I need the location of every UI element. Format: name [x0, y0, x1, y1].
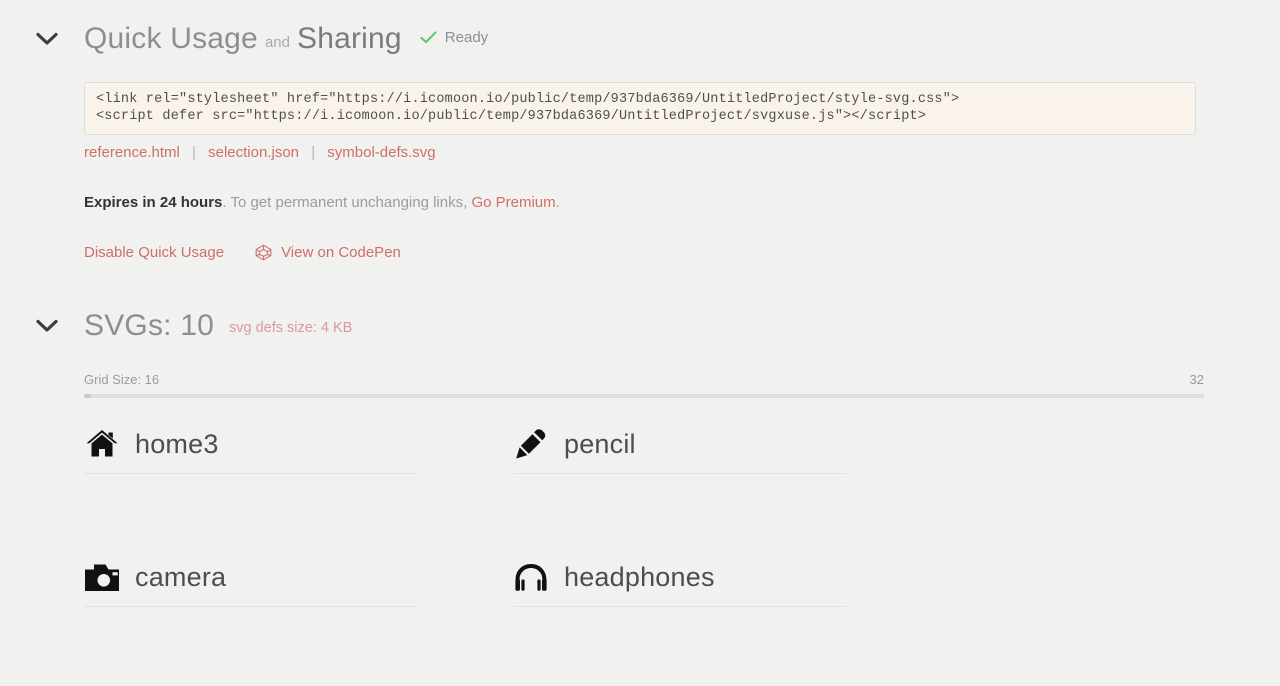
chevron-down-icon[interactable] [36, 319, 72, 333]
icon-item-camera[interactable]: camera [84, 549, 513, 682]
go-premium-link[interactable]: Go Premium [471, 194, 555, 211]
status-badge: Ready [420, 29, 488, 46]
icon-label: home3 [135, 428, 219, 459]
grid-size-labels: Grid Size: 16 32 [84, 372, 1204, 394]
icon-grid: home3 pencil camera headphones [84, 416, 1204, 682]
icon-item-home3[interactable]: home3 [84, 416, 513, 549]
codepen-label: View on CodePen [281, 244, 401, 261]
grid-size-max-label: 32 [1189, 372, 1204, 387]
chevron-down-icon[interactable] [36, 32, 72, 46]
icon-label: headphones [564, 561, 715, 592]
link-separator-2: | [311, 144, 316, 161]
link-symbol-defs-svg[interactable]: symbol-defs.svg [327, 144, 435, 161]
codepen-icon [255, 244, 272, 261]
svgs-title: SVGs: 10 [84, 309, 214, 342]
svg-defs-size-label: svg defs size: 4 KB [229, 320, 353, 336]
expiry-text: . To get permanent unchanging links, [222, 194, 472, 211]
grid-size-slider-fill [84, 394, 91, 398]
quick-usage-actions: Disable Quick Usage View on CodePen [84, 244, 1196, 261]
status-label: Ready [444, 29, 489, 46]
grid-size-slider[interactable] [84, 394, 1204, 398]
expiry-period: . [555, 194, 560, 211]
link-selection-json[interactable]: selection.json [208, 144, 299, 161]
page-title: Quick Usage [84, 22, 258, 55]
svgs-section: SVGs: 10 svg defs size: 4 KB Grid Size: … [0, 261, 1280, 682]
icon-label: pencil [564, 428, 636, 459]
embed-code-block[interactable]: <link rel="stylesheet" href="https://i.i… [84, 82, 1196, 135]
link-reference-html[interactable]: reference.html [84, 144, 180, 161]
title-conjunction: and [264, 34, 290, 51]
expiry-notice: Expires in 24 hours. To get permanent un… [84, 194, 1196, 211]
icon-label: camera [135, 561, 227, 592]
quick-usage-header[interactable]: Quick Usage and Sharing Ready [0, 22, 1280, 56]
view-on-codepen-button[interactable]: View on CodePen [255, 244, 401, 261]
headphones-icon [513, 559, 549, 595]
expiry-strong: Expires in 24 hours [84, 194, 223, 211]
camera-icon [84, 559, 120, 595]
icon-item-headphones[interactable]: headphones [513, 549, 942, 682]
grid-size-current-label: Grid Size: 16 [84, 372, 160, 387]
grid-size-slider-group: Grid Size: 16 32 [84, 372, 1204, 398]
pencil-icon [513, 426, 549, 462]
icon-item-pencil[interactable]: pencil [513, 416, 942, 549]
page-subtitle: Sharing [296, 22, 402, 55]
quick-usage-section: Quick Usage and Sharing Ready <link rel=… [0, 0, 1280, 261]
svgs-header[interactable]: SVGs: 10 svg defs size: 4 KB [0, 309, 1280, 343]
file-links-row: reference.html | selection.json | symbol… [84, 144, 1196, 161]
disable-quick-usage-button[interactable]: Disable Quick Usage [84, 244, 224, 261]
link-separator-1: | [192, 144, 196, 161]
home-icon [84, 426, 120, 462]
check-icon [420, 31, 437, 44]
